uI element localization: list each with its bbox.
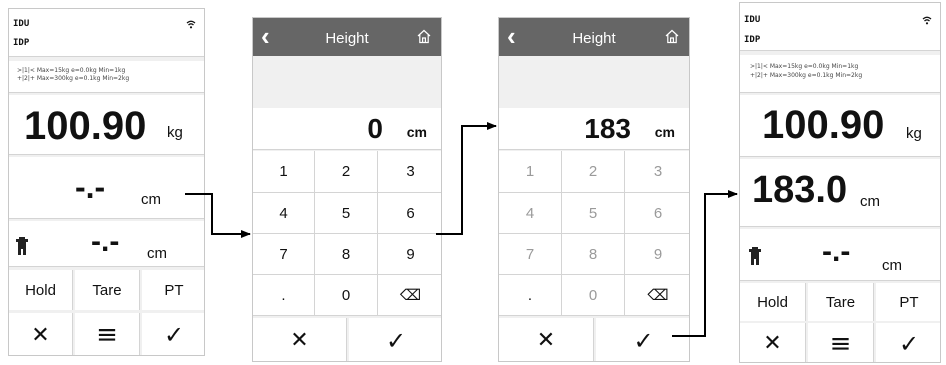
flow-connectors: [185, 122, 738, 337]
arrow-keypad-to-entered: [436, 122, 497, 235]
arrow-ok-to-result: [672, 190, 738, 337]
arrow-height-to-keypad: [185, 193, 251, 238]
